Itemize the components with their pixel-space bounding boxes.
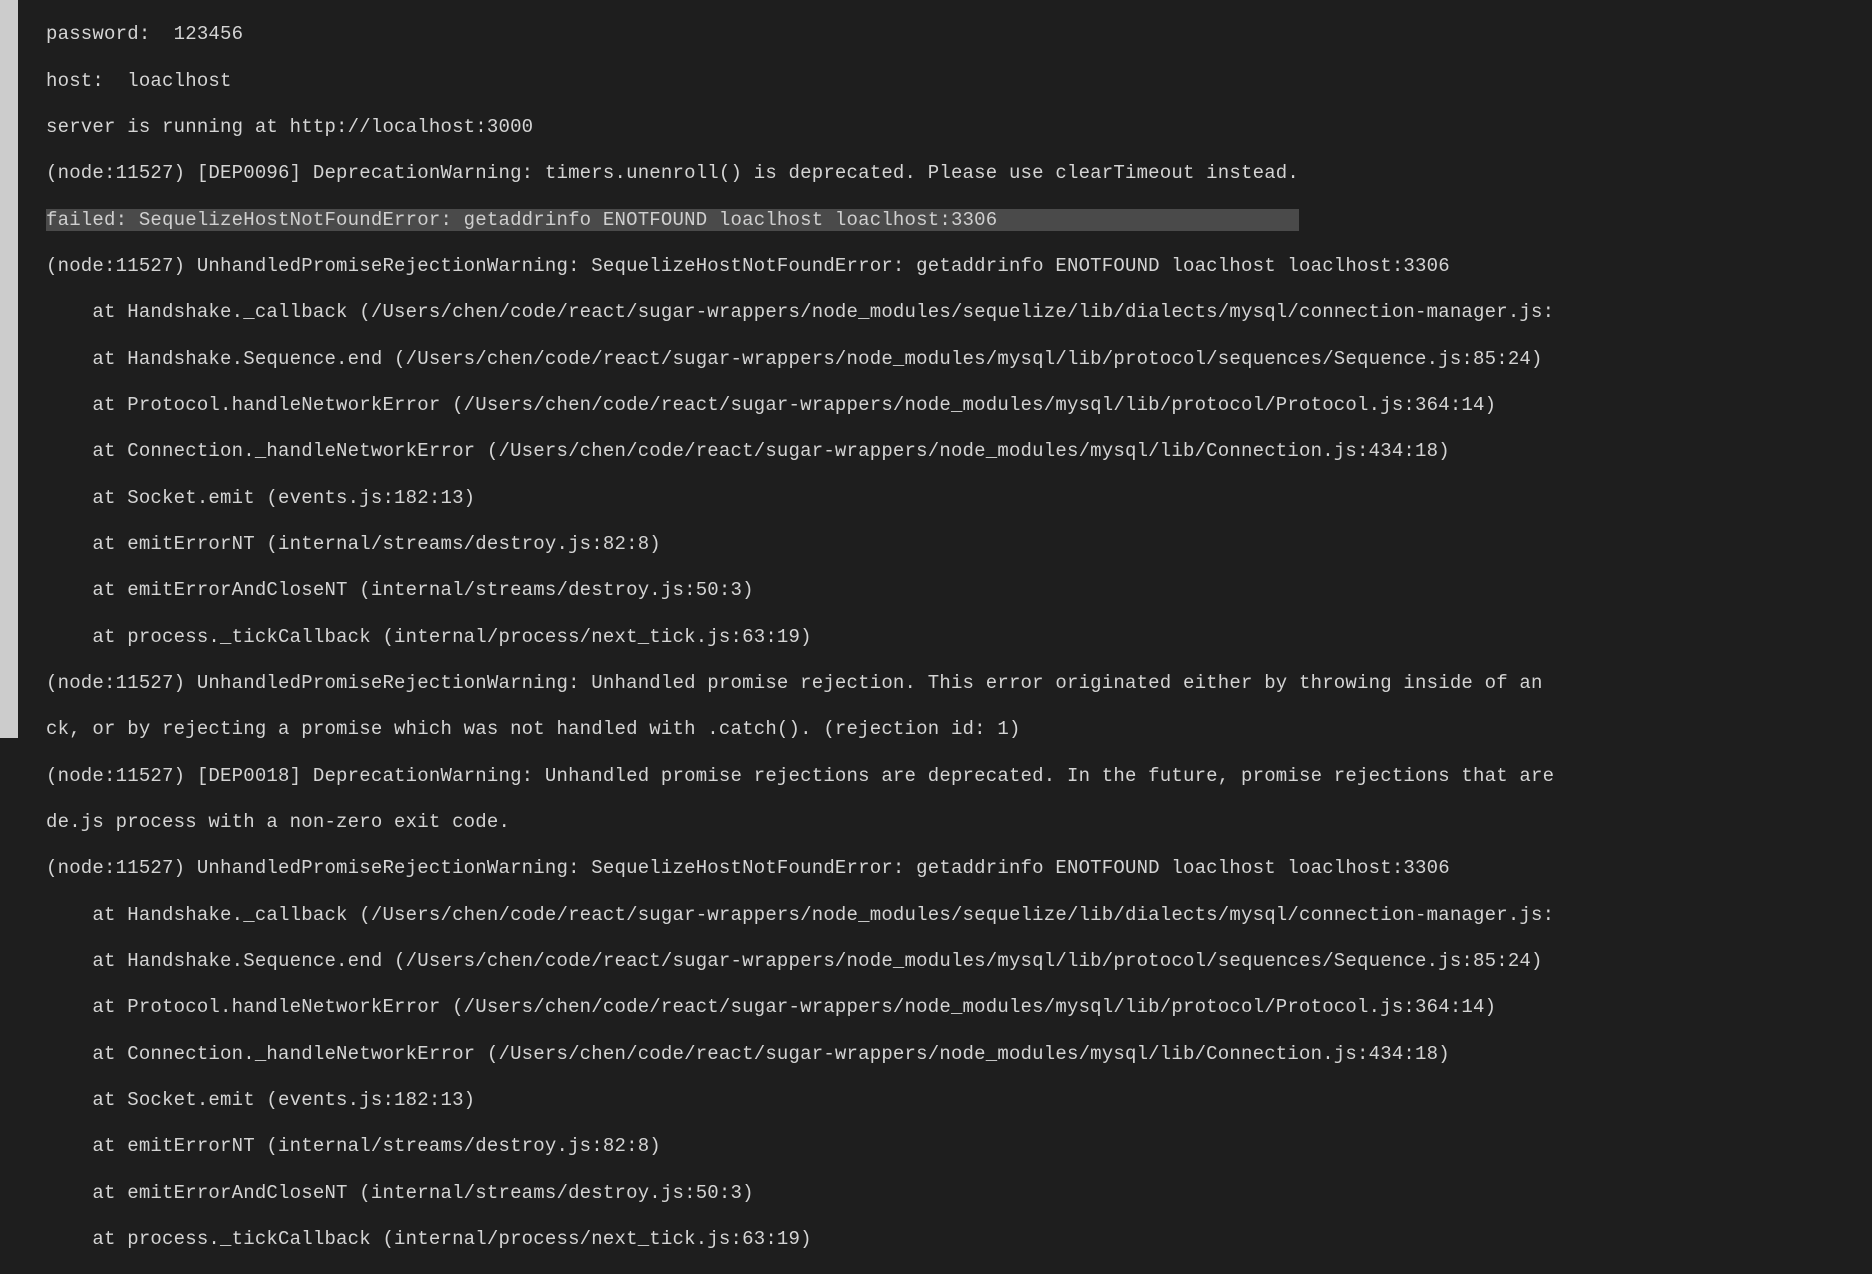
terminal-text: password: 123456	[46, 23, 243, 45]
terminal-text-selected: failed: SequelizeHostNotFoundError: geta…	[46, 209, 1299, 231]
scrollbar-gutter[interactable]	[0, 0, 18, 738]
terminal-line: host: loaclhost	[46, 70, 1872, 93]
terminal-line: at Protocol.handleNetworkError (/Users/c…	[46, 394, 1872, 417]
terminal-line: at Handshake._callback (/Users/chen/code…	[46, 904, 1872, 927]
terminal-line: (node:11527) [DEP0096] DeprecationWarnin…	[46, 162, 1872, 185]
terminal-line: ck, or by rejecting a promise which was …	[46, 718, 1872, 741]
terminal-text: at Protocol.handleNetworkError (/Users/c…	[46, 394, 1496, 416]
terminal-text: (node:11527) UnhandledPromiseRejectionWa…	[46, 857, 1450, 879]
terminal-text: (node:11527) [DEP0018] DeprecationWarnin…	[46, 765, 1554, 787]
terminal-text: at emitErrorAndCloseNT (internal/streams…	[46, 1182, 754, 1204]
terminal-text: at Handshake.Sequence.end (/Users/chen/c…	[46, 950, 1543, 972]
terminal-text: at Handshake._callback (/Users/chen/code…	[46, 904, 1554, 926]
terminal-text: (node:11527) UnhandledPromiseRejectionWa…	[46, 672, 1543, 694]
terminal-text: ck, or by rejecting a promise which was …	[46, 718, 1021, 740]
terminal-line: (node:11527) UnhandledPromiseRejectionWa…	[46, 857, 1872, 880]
terminal-text: at Handshake.Sequence.end (/Users/chen/c…	[46, 348, 1543, 370]
terminal-text: at emitErrorNT (internal/streams/destroy…	[46, 1135, 661, 1157]
terminal-line: at Connection._handleNetworkError (/User…	[46, 440, 1872, 463]
terminal-text: at Connection._handleNetworkError (/User…	[46, 440, 1450, 462]
terminal-line: (node:11527) UnhandledPromiseRejectionWa…	[46, 672, 1872, 695]
terminal-line: password: 123456	[46, 23, 1872, 46]
terminal-text: at Connection._handleNetworkError (/User…	[46, 1043, 1450, 1065]
terminal-text: server is running at http://localhost:30…	[46, 116, 533, 138]
terminal-line: de.js process with a non-zero exit code.	[46, 811, 1872, 834]
terminal-output[interactable]: password: 123456 host: loaclhost server …	[18, 0, 1872, 738]
terminal-text: at Socket.emit (events.js:182:13)	[46, 487, 475, 509]
terminal-line: at emitErrorNT (internal/streams/destroy…	[46, 1135, 1872, 1158]
terminal-line: at Socket.emit (events.js:182:13)	[46, 1089, 1872, 1112]
terminal-line: at Protocol.handleNetworkError (/Users/c…	[46, 996, 1872, 1019]
terminal-line: at process._tickCallback (internal/proce…	[46, 1228, 1872, 1251]
terminal-text: (node:11527) [DEP0096] DeprecationWarnin…	[46, 162, 1299, 184]
terminal-line: (node:11527) UnhandledPromiseRejectionWa…	[46, 255, 1872, 278]
terminal-line: at Socket.emit (events.js:182:13)	[46, 487, 1872, 510]
terminal-line: at Handshake._callback (/Users/chen/code…	[46, 301, 1872, 324]
terminal-line: (node:11527) [DEP0018] DeprecationWarnin…	[46, 765, 1872, 788]
terminal-text: at process._tickCallback (internal/proce…	[46, 626, 812, 648]
terminal-line: at process._tickCallback (internal/proce…	[46, 626, 1872, 649]
terminal-line: at emitErrorNT (internal/streams/destroy…	[46, 533, 1872, 556]
terminal-text: (node:11527) UnhandledPromiseRejectionWa…	[46, 255, 1450, 277]
terminal-line: at Connection._handleNetworkError (/User…	[46, 1043, 1872, 1066]
terminal-text: at Handshake._callback (/Users/chen/code…	[46, 301, 1554, 323]
terminal-line: at emitErrorAndCloseNT (internal/streams…	[46, 579, 1872, 602]
terminal-text: host: loaclhost	[46, 70, 232, 92]
terminal-text: at Protocol.handleNetworkError (/Users/c…	[46, 996, 1496, 1018]
terminal-line-selected: failed: SequelizeHostNotFoundError: geta…	[46, 209, 1872, 232]
terminal-line: server is running at http://localhost:30…	[46, 116, 1872, 139]
terminal-text: de.js process with a non-zero exit code.	[46, 811, 510, 833]
terminal-text: at emitErrorNT (internal/streams/destroy…	[46, 533, 661, 555]
terminal-line: at emitErrorAndCloseNT (internal/streams…	[46, 1182, 1872, 1205]
terminal-text: at Socket.emit (events.js:182:13)	[46, 1089, 475, 1111]
terminal-line: at Handshake.Sequence.end (/Users/chen/c…	[46, 348, 1872, 371]
terminal-text: at emitErrorAndCloseNT (internal/streams…	[46, 579, 754, 601]
terminal-text: at process._tickCallback (internal/proce…	[46, 1228, 812, 1250]
terminal-line: at Handshake.Sequence.end (/Users/chen/c…	[46, 950, 1872, 973]
